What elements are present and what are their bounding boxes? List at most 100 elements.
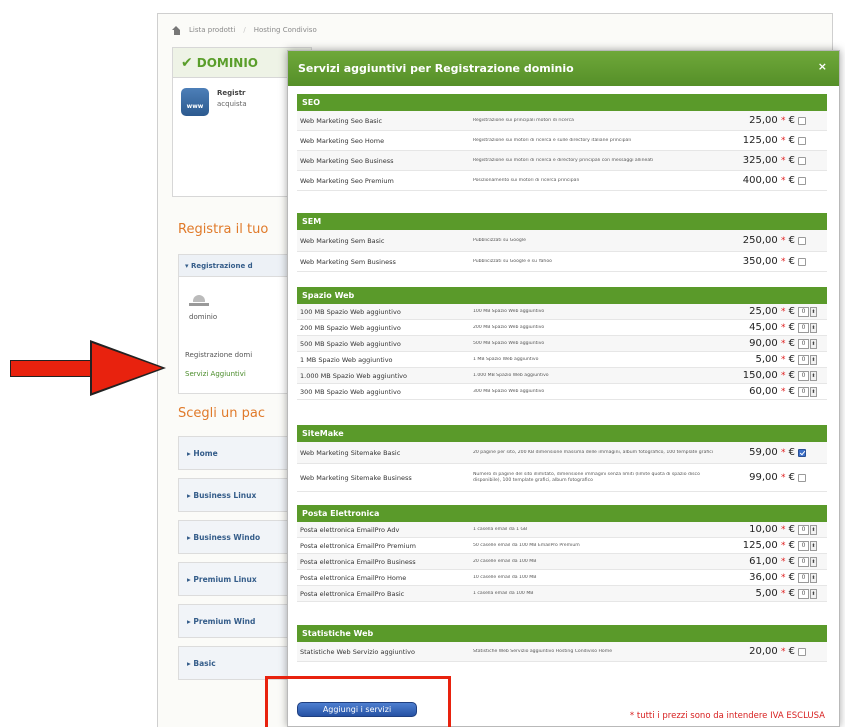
- quantity-spinner-icon[interactable]: ⬍: [810, 588, 817, 599]
- quantity-input[interactable]: 0: [798, 540, 809, 551]
- service-name: Web Marketing Seo Home: [300, 136, 385, 145]
- service-checkbox[interactable]: [798, 156, 806, 165]
- quantity-spinner-icon[interactable]: ⬍: [810, 386, 817, 397]
- price-value: 325,00: [742, 155, 778, 166]
- service-control: [795, 647, 827, 656]
- service-control: 0 ⬍: [795, 306, 827, 317]
- price-star: *: [780, 307, 786, 317]
- price-star: *: [780, 473, 786, 483]
- price-value: 10,00: [749, 524, 778, 535]
- service-price: 36,00 * €: [717, 572, 795, 583]
- www-icon-text: www: [186, 103, 204, 110]
- breadcrumb-item[interactable]: Hosting Condiviso: [254, 26, 317, 34]
- category-header: Statistiche Web: [297, 625, 827, 642]
- quantity-input[interactable]: 0: [798, 588, 809, 599]
- service-control: 0 ⬍: [795, 322, 827, 333]
- registration-link[interactable]: Registrazione domi: [185, 351, 252, 359]
- price-value: 400,00: [742, 175, 778, 186]
- service-checkbox[interactable]: [798, 647, 806, 656]
- domain-icon-label: dominio: [189, 313, 218, 321]
- service-price: 60,00 * €: [717, 386, 795, 397]
- service-control: [795, 156, 827, 165]
- service-checkbox[interactable]: [798, 176, 806, 185]
- quantity-input[interactable]: 0: [798, 524, 809, 535]
- service-name: Web Marketing Seo Basic: [300, 116, 383, 125]
- quantity-spinner-icon[interactable]: ⬍: [810, 370, 817, 381]
- service-row: Web Marketing Seo Business Registrazione …: [297, 151, 827, 171]
- breadcrumb: Lista prodotti / Hosting Condiviso: [172, 22, 317, 38]
- price-value: 250,00: [742, 235, 778, 246]
- price-star: *: [780, 355, 786, 365]
- price-star: *: [780, 236, 786, 246]
- quantity-spinner-icon[interactable]: ⬍: [810, 524, 817, 535]
- quantity-input[interactable]: 0: [798, 556, 809, 567]
- price-star: *: [780, 589, 786, 599]
- service-control: 0 ⬍: [795, 524, 827, 535]
- service-row: Posta elettronica EmailPro Adv 1 casella …: [297, 522, 827, 538]
- service-name: Web Marketing Sem Business: [300, 257, 396, 266]
- quantity-spinner-icon[interactable]: ⬍: [810, 572, 817, 583]
- register-domain-title: Registra il tuo: [178, 222, 269, 237]
- home-icon[interactable]: [172, 25, 181, 35]
- service-description: 1.000 MB Spazio Web aggiuntivo: [473, 372, 549, 378]
- category-header: SEM: [297, 213, 827, 230]
- service-checkbox[interactable]: [798, 136, 806, 145]
- service-description: Numero di pagine del sito illimitato, di…: [473, 471, 700, 483]
- quantity-spinner-icon[interactable]: ⬍: [810, 322, 817, 333]
- service-description: Statistiche Web Servizio aggiuntivo Host…: [473, 648, 613, 654]
- price-value: 125,00: [742, 135, 778, 146]
- service-row: Web Marketing Sem Basic Pubblicizzati su …: [297, 230, 827, 252]
- service-checkbox[interactable]: [798, 473, 806, 482]
- service-category: Posta Elettronica Posta elettronica Email…: [297, 505, 827, 602]
- service-checkbox[interactable]: [798, 448, 806, 457]
- service-description: 500 MB Spazio Web aggiuntivo: [473, 340, 545, 346]
- quantity-input[interactable]: 0: [798, 370, 809, 381]
- service-row: 300 MB Spazio Web aggiuntivo 300 MB Spazi…: [297, 384, 827, 400]
- quantity-input[interactable]: 0: [798, 322, 809, 333]
- close-icon[interactable]: ×: [818, 60, 827, 73]
- quantity-spinner-icon[interactable]: ⬍: [810, 556, 817, 567]
- quantity-spinner-icon[interactable]: ⬍: [810, 354, 817, 365]
- quantity-spinner-icon[interactable]: ⬍: [810, 306, 817, 317]
- screenshot-stage: Lista prodotti / Hosting Condiviso ✔ DOM…: [0, 0, 845, 727]
- service-price: 61,00 * €: [717, 556, 795, 567]
- service-checkbox[interactable]: [798, 116, 806, 125]
- service-checkbox[interactable]: [798, 236, 806, 245]
- www-icon: www: [181, 88, 209, 116]
- quantity-input[interactable]: 0: [798, 306, 809, 317]
- service-row: 100 MB Spazio Web aggiuntivo 100 MB Spazi…: [297, 304, 827, 320]
- quantity-spinner-icon[interactable]: ⬍: [810, 540, 817, 551]
- price-star: *: [780, 136, 786, 146]
- quantity-spinner-icon[interactable]: ⬍: [810, 338, 817, 349]
- quantity-input[interactable]: 0: [798, 354, 809, 365]
- breadcrumb-item[interactable]: Lista prodotti: [189, 26, 235, 34]
- quantity-input[interactable]: 0: [798, 338, 809, 349]
- price-value: 59,00: [749, 447, 778, 458]
- service-price: 25,00 * €: [717, 306, 795, 317]
- quantity-input[interactable]: 0: [798, 572, 809, 583]
- service-price: 5,00 * €: [717, 354, 795, 365]
- price-value: 5,00: [755, 588, 778, 599]
- price-star: *: [780, 573, 786, 583]
- service-description: 20 caselle email da 100 MB: [473, 558, 537, 564]
- service-name: 1.000 MB Spazio Web aggiuntivo: [300, 371, 407, 380]
- service-price: 350,00 * €: [717, 256, 795, 267]
- additional-services-link[interactable]: Servizi Aggiuntivi: [185, 370, 246, 378]
- service-description: 50 caselle email da 100 MB EmailPro Prem…: [473, 542, 580, 548]
- modal-title: Servizi aggiuntivi per Registrazione dom…: [298, 62, 574, 75]
- price-value: 99,00: [749, 472, 778, 483]
- service-row: Web Marketing Sitemake Business Numero di…: [297, 464, 827, 492]
- service-control: 0 ⬍: [795, 588, 827, 599]
- service-control: [795, 116, 827, 125]
- service-row: Posta elettronica EmailPro Home 10 casell…: [297, 570, 827, 586]
- service-price: 20,00 * €: [717, 646, 795, 657]
- service-name: Posta elettronica EmailPro Premium: [300, 541, 416, 550]
- service-name: Web Marketing Seo Premium: [300, 176, 394, 185]
- price-value: 350,00: [742, 256, 778, 267]
- service-checkbox[interactable]: [798, 257, 806, 266]
- service-description: Pubblicizzati su Google e su Yahoo: [473, 258, 552, 264]
- service-name: Posta elettronica EmailPro Home: [300, 573, 407, 582]
- service-description: 20 pagine per sito, 200 KB dimensione ma…: [473, 449, 714, 455]
- quantity-input[interactable]: 0: [798, 386, 809, 397]
- service-price: 150,00 * €: [717, 370, 795, 381]
